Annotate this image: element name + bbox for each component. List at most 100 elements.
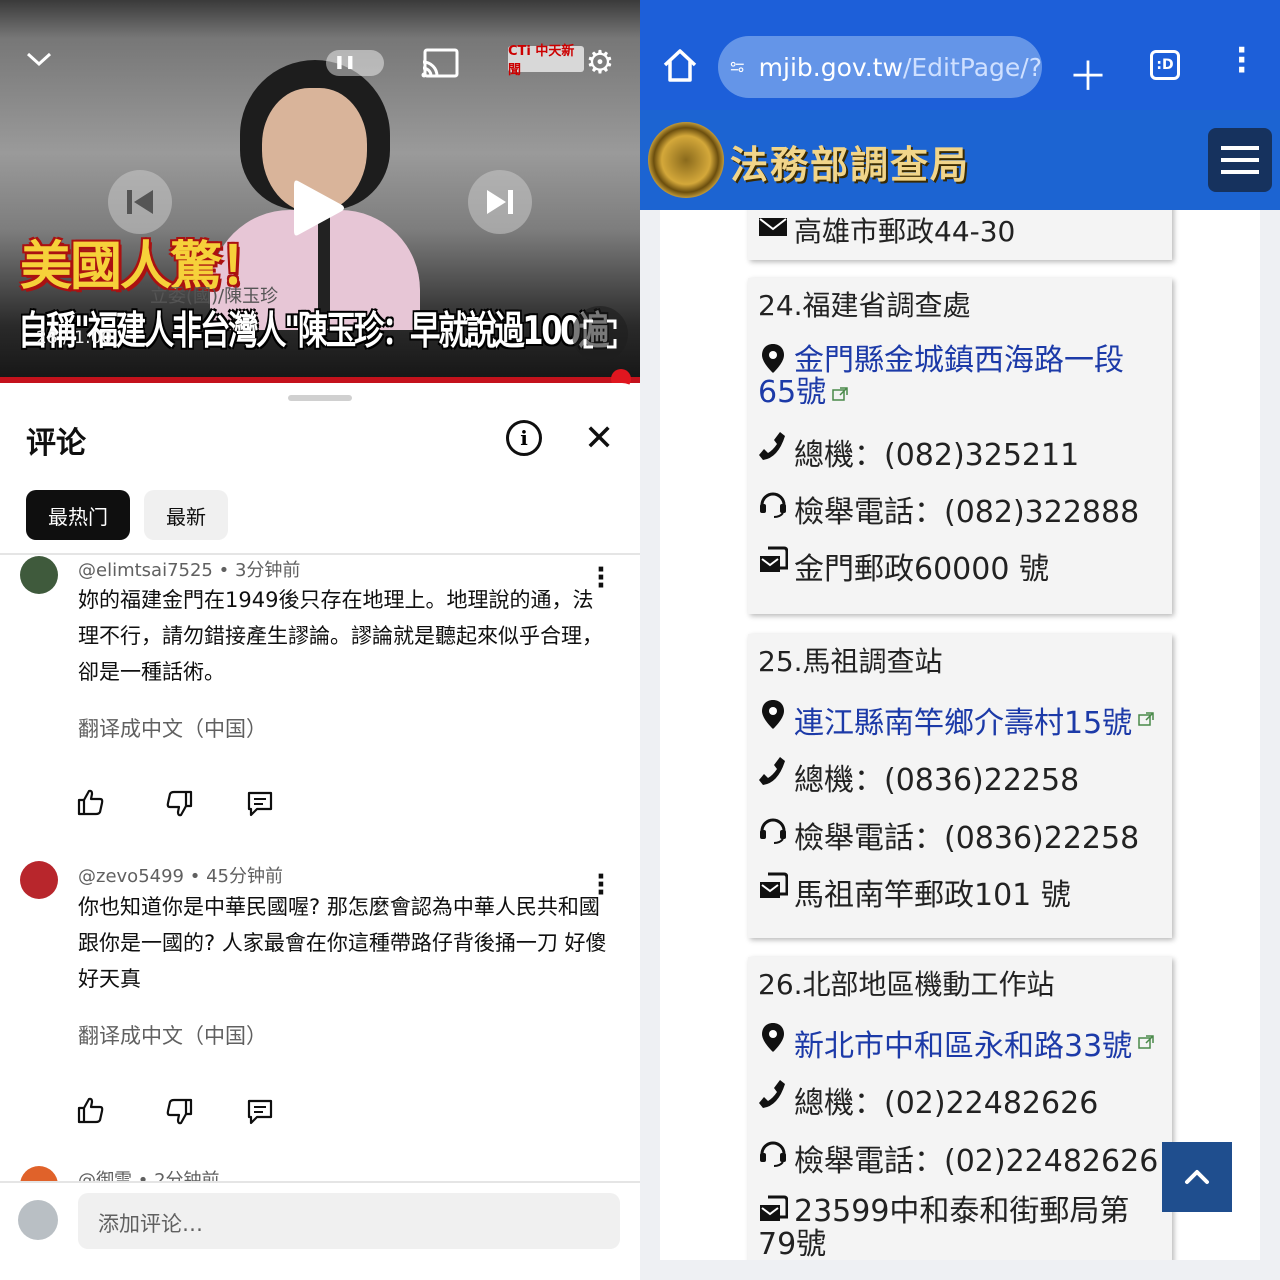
address-row[interactable]: 新北市中和區永和路33號 — [758, 1021, 1154, 1065]
map-pin-icon — [762, 344, 784, 373]
dislike-icon[interactable] — [166, 790, 194, 818]
address-row[interactable]: 金門縣金城鎮西海路一段65號 — [758, 342, 1158, 409]
avatar[interactable] — [20, 556, 58, 594]
hamburger-menu-icon[interactable] — [1208, 128, 1272, 192]
postal-text: 23599中和泰和街郵局第79號 — [758, 1194, 1130, 1260]
page-content: 高雄市郵政44-30 24.福建省調查處 金門縣金城鎮西海路一段65號 總機：(… — [660, 210, 1260, 1260]
headset-icon — [760, 818, 786, 844]
postal-text: 高雄市郵政44-30 — [794, 215, 1016, 248]
fullscreen-icon[interactable] — [572, 306, 628, 362]
new-tab-icon[interactable]: ＋ — [1068, 44, 1108, 102]
postal-row: 金門郵政60000 號 — [758, 544, 1049, 588]
address-row[interactable]: 連江縣南竿鄉介壽村15號 — [758, 698, 1154, 742]
url-path: /EditPage/? — [902, 52, 1042, 82]
mail-icon — [759, 218, 787, 236]
address-bar[interactable]: mjib.gov.tw/EditPage/? — [718, 36, 1042, 98]
address-link[interactable]: 新北市中和區永和路33號 — [794, 1021, 1132, 1065]
phone-icon — [759, 1080, 785, 1108]
mailbox-icon — [760, 1195, 788, 1221]
postal-text: 馬祖南竿郵政101 號 — [794, 878, 1071, 913]
autoplay-toggle[interactable]: ❚❚ — [326, 50, 384, 76]
office-card: 25.馬祖調查站 連江縣南竿鄉介壽村15號 總機：(0836)22258 檢舉電… — [748, 634, 1172, 938]
divider — [0, 553, 640, 555]
comment-time: 3分钟前 — [234, 560, 301, 581]
office-title: 25.馬祖調查站 — [758, 645, 943, 678]
report-row: 檢舉電話：(02)22482626 — [758, 1136, 1158, 1180]
switchboard-row: 總機：(082)325211 — [758, 430, 1079, 474]
phone-icon — [759, 757, 785, 785]
settings-gear-icon[interactable]: ⚙ — [580, 42, 620, 82]
chip-top-comments[interactable]: 最热门 — [26, 490, 130, 540]
add-comment-input[interactable]: 添加评论… — [78, 1193, 620, 1249]
postal-text: 金門郵政60000 號 — [794, 552, 1049, 587]
pause-icon: ❚❚ — [334, 55, 356, 70]
video-player[interactable]: ❚❚ CTi 中天新聞 ⚙ 美國人驚！ 立委(國)/陳玉珍 自稱"福建人非台灣人… — [0, 0, 640, 383]
mailbox-icon — [760, 546, 788, 572]
chip-newest[interactable]: 最新 — [144, 490, 228, 540]
like-icon[interactable] — [76, 788, 104, 816]
office-title: 24.福建省調查處 — [758, 289, 971, 322]
chevron-up-icon — [1185, 1170, 1209, 1184]
comment-meta: @elimtsai7525 • 3分钟前 — [78, 560, 301, 581]
translate-link[interactable]: 翻译成中文（中国） — [78, 713, 267, 743]
comment-author[interactable]: @elimtsai7525 — [78, 560, 213, 581]
switchboard-text: 總機：(02)22482626 — [794, 1086, 1099, 1121]
dislike-icon[interactable] — [166, 1098, 194, 1126]
office-card: 24.福建省調查處 金門縣金城鎮西海路一段65號 總機：(082)325211 … — [748, 278, 1172, 614]
report-row: 檢舉電話：(0836)22258 — [758, 813, 1139, 857]
map-pin-icon — [762, 700, 784, 729]
current-user-avatar — [18, 1200, 58, 1240]
youtube-panel: ❚❚ CTi 中天新聞 ⚙ 美國人驚！ 立委(國)/陳玉珍 自稱"福建人非台灣人… — [0, 0, 640, 1280]
info-icon[interactable]: i — [506, 420, 542, 456]
map-pin-icon — [762, 1023, 784, 1052]
external-link-icon[interactable] — [1138, 712, 1154, 726]
external-link-icon[interactable] — [832, 386, 848, 401]
home-icon[interactable] — [660, 46, 700, 86]
tab-switcher-button[interactable]: :D — [1150, 50, 1180, 80]
back-to-top-button[interactable] — [1162, 1142, 1232, 1212]
like-icon[interactable] — [76, 1096, 104, 1124]
office-card: 高雄市郵政44-30 — [748, 210, 1172, 260]
more-menu-icon[interactable]: · · · — [1236, 36, 1247, 86]
switchboard-row: 總機：(0836)22258 — [758, 755, 1079, 799]
report-text: 檢舉電話：(02)22482626 — [794, 1144, 1159, 1179]
phone-icon — [759, 432, 785, 460]
postal-row: 23599中和泰和街郵局第79號 — [758, 1193, 1158, 1260]
agency-seal-logo[interactable] — [648, 122, 724, 198]
switchboard-text: 總機：(0836)22258 — [794, 763, 1080, 798]
comment-author[interactable]: @zevo5499 — [78, 866, 184, 887]
comments-title: 评论 — [26, 426, 86, 461]
site-title[interactable]: 法務部調查局 — [730, 134, 970, 189]
reply-icon[interactable] — [246, 1098, 274, 1126]
switchboard-row: 總機：(02)22482626 — [758, 1078, 1098, 1122]
office-title: 26.北部地區機動工作站 — [758, 968, 1055, 1001]
avatar[interactable] — [20, 861, 58, 899]
mailbox-icon — [760, 872, 788, 898]
cast-icon[interactable] — [418, 44, 462, 82]
postal-row: 馬祖南竿郵政101 號 — [758, 870, 1071, 914]
comment-time: 45分钟前 — [206, 866, 283, 887]
switchboard-text: 總機：(082)325211 — [794, 438, 1080, 473]
browser-panel: mjib.gov.tw/EditPage/? ＋ :D · · · 高雄市郵政44-… — [640, 0, 1280, 1280]
report-text: 檢舉電話：(082)322888 — [794, 495, 1140, 530]
address-link[interactable]: 連江縣南竿鄉介壽村15號 — [794, 698, 1132, 742]
close-icon[interactable]: ✕ — [584, 418, 614, 459]
video-timecode: 28 / 1:00 — [36, 328, 113, 348]
report-text: 檢舉電話：(0836)22258 — [794, 821, 1140, 856]
comment-body: 妳的福建金門在1949後只存在地理上。地理說的通，法理不行，請勿錯接產生謬論。謬… — [78, 588, 603, 684]
comment-meta: @zevo5499 • 45分钟前 — [78, 866, 283, 887]
external-link-icon[interactable] — [1138, 1035, 1154, 1049]
channel-watermark-logo: CTi 中天新聞 — [508, 44, 584, 78]
reply-icon[interactable] — [246, 790, 274, 818]
translate-link[interactable]: 翻译成中文（中国） — [78, 1020, 267, 1050]
postal-row: 高雄市郵政44-30 — [758, 210, 1015, 250]
next-video-icon[interactable] — [468, 170, 532, 234]
sheet-drag-handle[interactable] — [288, 395, 352, 401]
address-link[interactable]: 金門縣金城鎮西海路一段65號 — [758, 343, 1124, 410]
url-host: mjib.gov.tw — [758, 52, 903, 82]
minimize-chevron-icon[interactable] — [20, 40, 58, 78]
site-settings-icon[interactable] — [730, 55, 745, 79]
office-card: 26.北部地區機動工作站 新北市中和區永和路33號 總機：(02)2248262… — [748, 957, 1172, 1260]
comment-body: 你也知道你是中華民國喔? 那怎麼會認為中華人民共和國跟你是一國的? 人家最會在你… — [78, 895, 607, 991]
play-icon[interactable] — [280, 170, 356, 246]
